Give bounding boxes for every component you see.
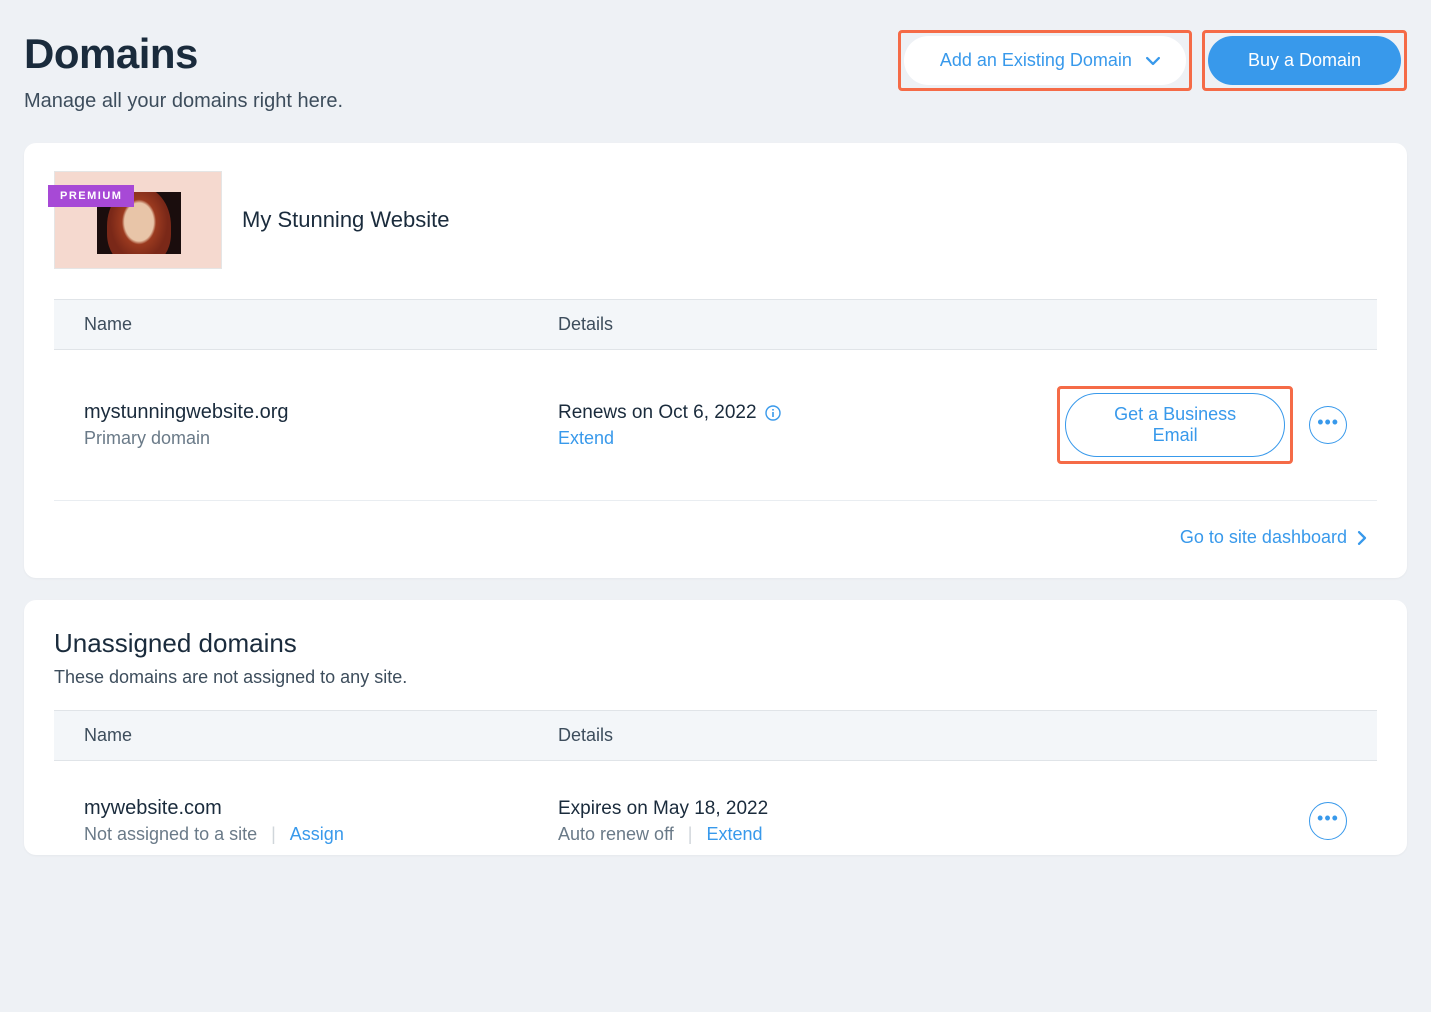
domain-details-cell: Renews on Oct 6, 2022 Extend <box>558 402 1057 449</box>
renewal-text: Renews on Oct 6, 2022 <box>558 402 1057 424</box>
page-header: Domains Manage all your domains right he… <box>24 30 1407 113</box>
th-name: Name <box>84 314 558 335</box>
chevron-right-icon <box>1357 531 1367 545</box>
domain-actions-cell: Get a Business Email ••• <box>1057 386 1347 464</box>
site-card: PREMIUM My Stunning Website Name Details… <box>24 143 1407 578</box>
site-title: My Stunning Website <box>242 207 449 233</box>
renewal-label: Renews on Oct 6, 2022 <box>558 402 757 424</box>
buy-domain-label: Buy a Domain <box>1248 50 1361 71</box>
header-titles: Domains Manage all your domains right he… <box>24 30 343 113</box>
domain-subtext: Primary domain <box>84 428 558 449</box>
domain-name-cell: mywebsite.com Not assigned to a site | A… <box>84 797 558 845</box>
domain-name: mystunningwebsite.org <box>84 401 558 424</box>
get-business-email-button[interactable]: Get a Business Email <box>1065 393 1285 457</box>
domain-name: mywebsite.com <box>84 797 558 820</box>
extend-line: Extend <box>558 428 1057 449</box>
highlight-add-existing: Add an Existing Domain <box>898 30 1192 91</box>
site-header: PREMIUM My Stunning Website <box>24 143 1407 299</box>
extend-link[interactable]: Extend <box>706 824 762 845</box>
go-to-dashboard-link[interactable]: Go to site dashboard <box>1180 527 1367 548</box>
autorenew-label: Auto renew off <box>558 824 674 845</box>
table-row: mywebsite.com Not assigned to a site | A… <box>54 761 1377 855</box>
page-subtitle: Manage all your domains right here. <box>24 90 343 113</box>
th-details: Details <box>558 725 1347 746</box>
add-existing-domain-button[interactable]: Add an Existing Domain <box>904 36 1186 85</box>
table-row: mystunningwebsite.org Primary domain Ren… <box>54 350 1377 501</box>
expiry-label: Expires on May 18, 2022 <box>558 798 768 820</box>
th-name: Name <box>84 725 558 746</box>
unassigned-sub-label: Not assigned to a site <box>84 824 257 845</box>
unassigned-title: Unassigned domains <box>54 628 1377 659</box>
unassigned-header: Unassigned domains These domains are not… <box>24 600 1407 710</box>
site-table-header: Name Details <box>54 299 1377 350</box>
expiry-text: Expires on May 18, 2022 <box>558 798 1057 820</box>
domain-details-cell: Expires on May 18, 2022 Auto renew off |… <box>558 798 1057 845</box>
separator: | <box>271 824 276 845</box>
page-title: Domains <box>24 30 343 78</box>
info-icon[interactable] <box>765 405 781 421</box>
th-details: Details <box>558 314 1347 335</box>
more-actions-button[interactable]: ••• <box>1309 802 1347 840</box>
header-actions: Add an Existing Domain Buy a Domain <box>898 30 1407 91</box>
unassigned-subtitle: These domains are not assigned to any si… <box>54 667 1377 688</box>
autorenew-line: Auto renew off | Extend <box>558 824 1057 845</box>
domain-name-cell: mystunningwebsite.org Primary domain <box>84 401 558 449</box>
chevron-down-icon <box>1146 54 1160 68</box>
site-thumbnail: PREMIUM <box>54 171 222 269</box>
highlight-buy-domain: Buy a Domain <box>1202 30 1407 91</box>
site-card-footer: Go to site dashboard <box>24 501 1407 578</box>
business-email-label: Get a Business Email <box>1114 404 1236 445</box>
domain-actions-cell: ••• <box>1057 802 1347 840</box>
dashboard-link-label: Go to site dashboard <box>1180 527 1347 548</box>
add-existing-domain-label: Add an Existing Domain <box>940 50 1132 71</box>
domain-subtext: Not assigned to a site | Assign <box>84 824 558 845</box>
unassigned-table-header: Name Details <box>54 710 1377 761</box>
premium-badge: PREMIUM <box>48 185 134 207</box>
buy-domain-button[interactable]: Buy a Domain <box>1208 36 1401 85</box>
separator: | <box>688 824 693 845</box>
extend-link[interactable]: Extend <box>558 428 614 449</box>
unassigned-card: Unassigned domains These domains are not… <box>24 600 1407 855</box>
more-actions-button[interactable]: ••• <box>1309 406 1347 444</box>
assign-link[interactable]: Assign <box>290 824 344 845</box>
highlight-business-email: Get a Business Email <box>1057 386 1293 464</box>
